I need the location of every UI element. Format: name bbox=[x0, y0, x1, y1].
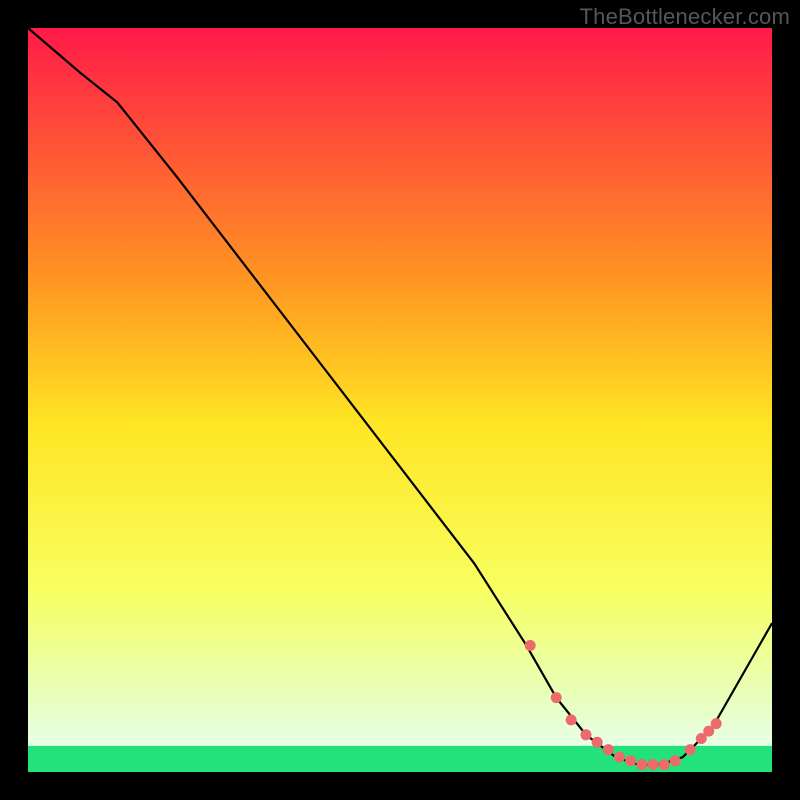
bottleneck-chart bbox=[0, 0, 800, 800]
marker-point bbox=[603, 744, 614, 755]
marker-point bbox=[581, 729, 592, 740]
marker-point bbox=[659, 759, 670, 770]
marker-point bbox=[625, 755, 636, 766]
marker-point bbox=[592, 737, 603, 748]
marker-point bbox=[711, 718, 722, 729]
marker-point bbox=[647, 759, 658, 770]
marker-point bbox=[551, 692, 562, 703]
marker-point bbox=[614, 752, 625, 763]
marker-point bbox=[525, 640, 536, 651]
marker-point bbox=[685, 744, 696, 755]
watermark: TheBottlenecker.com bbox=[580, 4, 790, 30]
marker-point bbox=[566, 714, 577, 725]
marker-point bbox=[636, 759, 647, 770]
chart-container: TheBottlenecker.com bbox=[0, 0, 800, 800]
plot-area bbox=[28, 28, 772, 772]
marker-point bbox=[670, 755, 681, 766]
gradient-background bbox=[28, 28, 772, 746]
